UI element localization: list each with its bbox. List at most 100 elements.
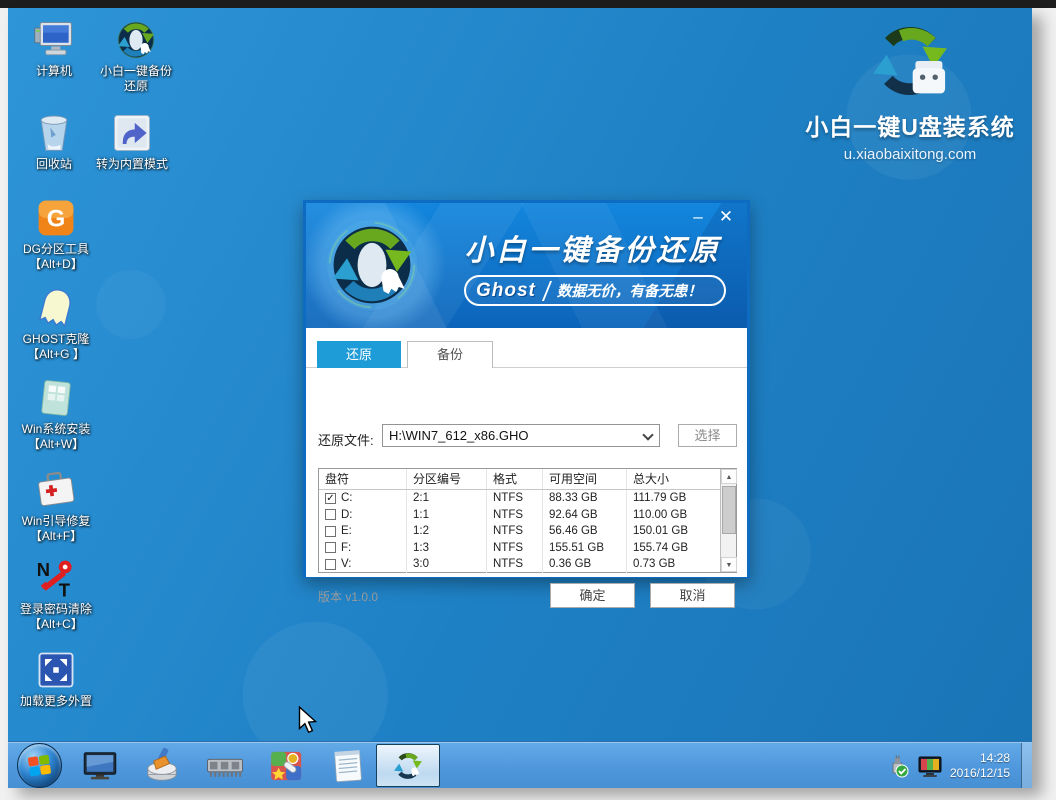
free-space: 0.36 GB [543,556,627,573]
drive-letter: D: [341,507,353,523]
desktop-icon-ghost-clone[interactable]: GHOST克隆 【Alt+G 】 [8,286,104,362]
desktop-icon-label-line2: 【Alt+C】 [8,617,104,632]
desktop-icon-label: 登录密码清除 [8,602,104,617]
col-drive: 盘符 [319,469,407,489]
display-settings-tray-icon[interactable] [917,754,943,778]
taskbar-memory-icon[interactable] [205,746,245,786]
total-size: 110.00 GB [627,507,720,524]
tray-clock[interactable]: 14:28 2016/12/15 [950,751,1010,781]
taskbar: 14:28 2016/12/15 [8,741,1032,788]
restore-file-combobox[interactable]: H:\WIN7_612_x86.GHO [382,424,660,447]
restore-file-label: 还原文件: [318,430,374,449]
partition-id: 2:1 [407,490,487,507]
col-format: 格式 [487,469,543,489]
tab-restore[interactable]: 还原 [317,341,401,368]
table-row[interactable]: F: 1:3 NTFS 155.51 GB 155.74 GB [319,540,720,557]
desktop-icon-label: Win系统安装 [8,422,104,437]
col-free: 可用空间 [543,469,627,489]
row-checkbox[interactable] [325,509,336,520]
desktop-icon-label: 计算机 [14,64,94,79]
taskbar-disk-cleanup-icon[interactable] [142,746,182,786]
ghost-badge-brand: Ghost [476,280,536,302]
format: NTFS [487,540,543,557]
desktop-icon-label: DG分区工具 [8,242,104,257]
desktop-icon-xiaobai-backup[interactable]: 小白一键备份 还原 [88,18,184,94]
col-total: 总大小 [627,469,720,489]
ghost-badge-slogan: 数据无价，有备无患！ [557,280,702,301]
desktop-icon-label-line2: 【Alt+G 】 [8,347,104,362]
desktop-icon-label-line2: 【Alt+D】 [8,257,104,272]
show-desktop-button[interactable] [1021,743,1032,788]
desktop-icon-label-line2: 还原 [88,79,184,94]
start-button[interactable] [17,743,62,788]
format: NTFS [487,556,543,573]
taskbar-active-app-button[interactable] [376,744,440,787]
total-size: 155.74 GB [627,540,720,557]
taskbar-display-icon[interactable] [80,746,120,786]
desktop-icon-label: 小白一键备份 [88,64,184,79]
window-frame-top [0,0,1056,8]
table-row[interactable]: D: 1:1 NTFS 92.64 GB 110.00 GB [319,507,720,524]
dialog-banner: 小白一键备份还原 Ghost 数据无价，有备无患！ – ✕ [306,203,747,328]
system-tray: 14:28 2016/12/15 [886,742,1010,788]
free-space: 88.33 GB [543,490,627,507]
row-checkbox[interactable] [325,542,336,553]
row-checkbox[interactable] [325,559,336,570]
taskbar-screenshot-tool-icon[interactable] [267,746,307,786]
drive-letter: C: [341,490,353,506]
scrollbar-thumb[interactable] [722,486,736,534]
partition-id: 1:1 [407,507,487,524]
drive-letter: V: [341,556,351,572]
format: NTFS [487,523,543,540]
desktop-icon-load-more[interactable]: 加载更多外置 [8,648,104,709]
usb-safely-remove-icon[interactable] [886,754,910,778]
free-space: 155.51 GB [543,540,627,557]
desktop-icon-password-clear[interactable]: N T 登录密码清除 【Alt+C】 [8,556,104,632]
recycle-bin-icon [32,111,76,155]
table-row[interactable]: ✓C: 2:1 NTFS 88.33 GB 111.79 GB [319,490,720,507]
backup-restore-logo-icon [114,18,158,62]
tab-backup[interactable]: 备份 [407,341,493,368]
close-button[interactable]: ✕ [713,205,739,229]
desktop-icon-label: 转为内置模式 [80,157,184,172]
taskbar-notepad-icon[interactable] [328,746,368,786]
expand-arrows-icon [34,648,78,692]
shortcut-arrow-icon [110,111,154,155]
backup-restore-dialog: 小白一键备份还原 Ghost 数据无价，有备无患！ – ✕ 还原 备份 还原文件… [303,200,750,578]
partition-id: 1:2 [407,523,487,540]
brand-url: u.xiaobaixitong.com [796,146,1024,163]
row-checkbox[interactable] [325,526,336,537]
total-size: 111.79 GB [627,490,720,507]
restore-file-value: H:\WIN7_612_x86.GHO [389,428,528,443]
partition-id: 1:3 [407,540,487,557]
drive-letter: F: [341,540,351,556]
choose-file-button[interactable]: 选择 [678,424,737,447]
col-partition: 分区编号 [407,469,487,489]
version-label: 版本 v1.0.0 [318,588,378,605]
table-scrollbar[interactable]: ▲ ▼ [720,469,736,572]
cancel-button[interactable]: 取消 [650,583,735,608]
xiaobai-usb-logo-icon [863,16,957,106]
minimize-button[interactable]: – [685,205,711,229]
desktop-icon-label: GHOST克隆 [8,332,104,347]
desktop-icon-internal-mode[interactable]: 转为内置模式 [80,111,184,172]
tray-time: 14:28 [950,751,1010,766]
svg-text:G: G [47,205,66,232]
row-checkbox[interactable]: ✓ [325,493,336,504]
table-row[interactable]: V: 3:0 NTFS 0.36 GB 0.73 GB [319,556,720,573]
scroll-down-icon[interactable]: ▼ [721,557,737,572]
chevron-down-icon[interactable] [642,429,653,440]
desktop[interactable]: 计算机 小白一键备份 还原 回收站 转为内置模式 [8,8,1032,788]
partition-table: 盘符 分区编号 格式 可用空间 总大小 ✓ C: 2:1 NTFS 88.33 G… [318,468,737,573]
desktop-icon-dg-partition[interactable]: G DG分区工具 【Alt+D】 [8,196,104,272]
desktop-icon-win-boot-repair[interactable]: Win引导修复 【Alt+F】 [8,468,104,544]
table-row[interactable]: E: 1:2 NTFS 56.46 GB 150.01 GB [319,523,720,540]
desktop-icon-win-setup[interactable]: Win系统安装 【Alt+W】 [8,376,104,452]
desktop-icon-label: 加载更多外置 [8,694,104,709]
format: NTFS [487,507,543,524]
desktop-icon-computer[interactable]: 计算机 [14,18,94,79]
ok-button[interactable]: 确定 [550,583,635,608]
partition-id: 3:0 [407,556,487,573]
scroll-up-icon[interactable]: ▲ [721,469,737,484]
ghost-icon [34,286,78,330]
